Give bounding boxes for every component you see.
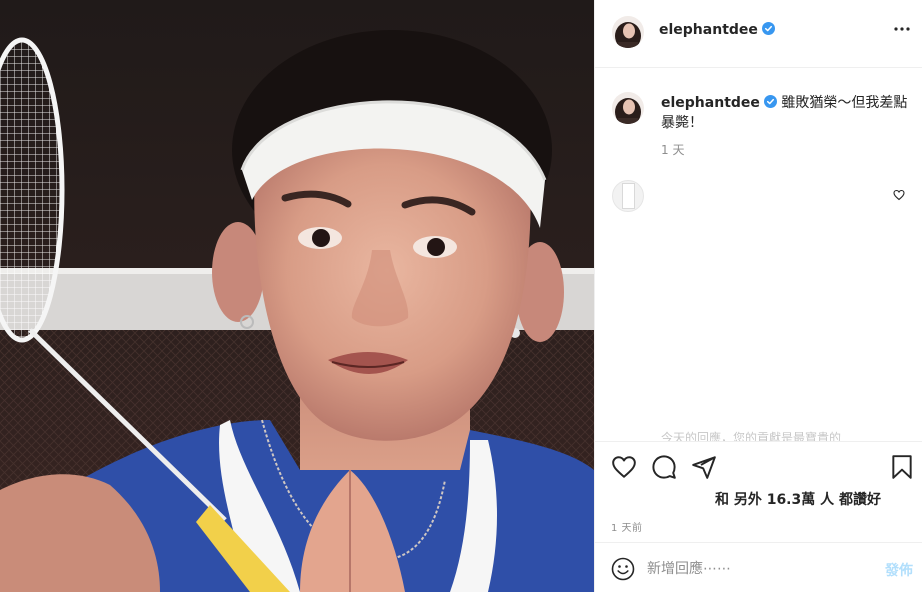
caption-timestamp[interactable]: 1 天 [661,141,684,158]
bookmark-icon[interactable] [889,454,915,480]
emoji-smiley-icon[interactable] [611,557,635,581]
caption-text-block: elephantdee 雖敗猶榮～但我差點暴斃！ [661,93,911,133]
more-horizontal-icon[interactable] [893,26,911,32]
post-photo[interactable] [0,0,594,592]
caption-username[interactable]: elephantdee [661,95,760,111]
verified-badge-icon [763,95,777,108]
post-header: elephantdee [595,0,922,68]
caption-author-avatar[interactable] [612,92,644,124]
add-comment-bar: 發佈 [595,542,922,592]
post-side-panel: elephantdee elephantdee 雖敗猶榮～但我差點暴斃！ 1 天 [594,0,922,592]
author-avatar[interactable] [612,16,644,48]
author-username[interactable]: elephantdee [659,22,775,38]
post-timestamp[interactable]: 1 天前 [611,519,643,534]
comment-icon[interactable] [651,454,677,480]
comment-input[interactable] [647,554,867,584]
commenter-avatar[interactable] [612,180,644,212]
post-comment-button[interactable]: 發佈 [885,560,913,580]
share-icon[interactable] [691,454,717,480]
heart-icon[interactable] [611,454,637,480]
verified-badge-icon [761,22,775,35]
post-photo-image [0,0,594,592]
comment-like-heart-icon[interactable] [893,189,905,201]
likes-count-text[interactable]: 和 另外 16.3萬 人 都讚好 [715,489,881,509]
comment-item [595,180,922,216]
post-actions: 和 另外 16.3萬 人 都讚好 1 天前 發佈 [595,441,922,592]
scrolled-comment-text: 今天的回應，您的貢獻是最寶貴的 [661,431,842,441]
author-username-text[interactable]: elephantdee [659,22,758,38]
